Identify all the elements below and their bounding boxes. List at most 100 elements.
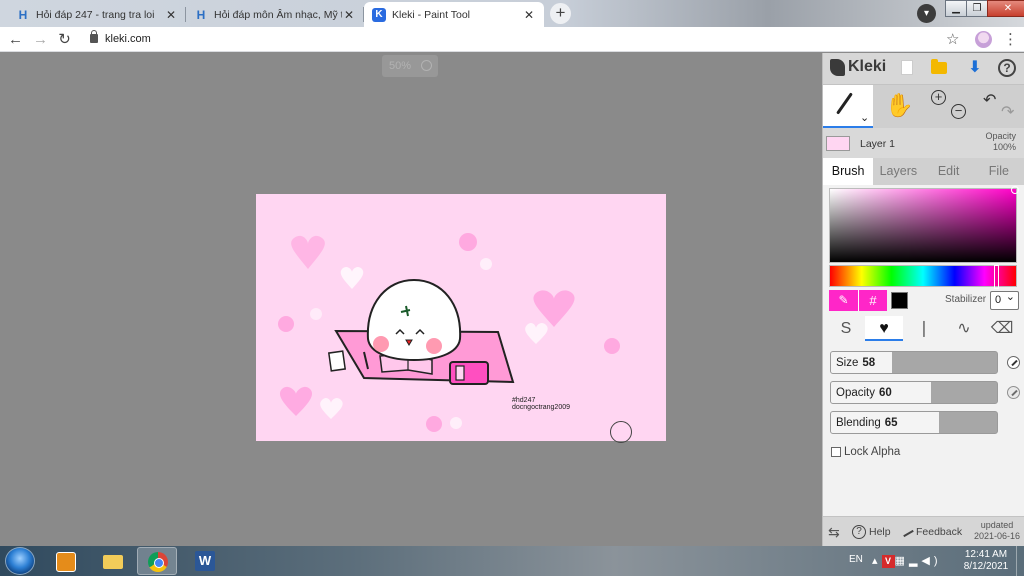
panel-footer: ⇆ ? Help Feedback updated 2021-06-16 — [823, 516, 1024, 546]
close-icon[interactable]: ✕ — [342, 8, 356, 22]
clock-date: 8/12/2021 — [963, 561, 1009, 572]
feedback-link[interactable]: Feedback — [899, 522, 963, 538]
stabilizer-select[interactable]: 0 — [990, 289, 1019, 310]
antivirus-icon[interactable]: V — [881, 555, 895, 568]
opacity-slider-label: Opacity 60 — [836, 387, 892, 399]
reset-zoom-icon[interactable] — [421, 60, 432, 71]
layer-opacity-label: Opacity — [985, 131, 1016, 141]
brush-tool-button[interactable]: ⌄ — [823, 85, 873, 128]
help-link[interactable]: ? Help — [852, 525, 891, 539]
layer-preview-row[interactable]: Layer 1 Opacity 100% — [823, 128, 1024, 158]
clock[interactable]: 12:41 AM 8/12/2021 — [960, 549, 1012, 573]
minimize-button[interactable]: ▁ — [945, 0, 967, 17]
updated-label: updated — [980, 520, 1014, 530]
zoom-out-icon[interactable]: − — [951, 104, 966, 119]
feedback-label: Feedback — [916, 526, 963, 538]
tab-file[interactable]: File — [974, 158, 1024, 185]
back-icon[interactable]: ← — [6, 30, 25, 49]
hex-input-button[interactable]: # — [858, 290, 887, 311]
size-slider[interactable]: Size 58 — [830, 351, 998, 374]
redo-icon[interactable]: ↷ — [1001, 102, 1014, 122]
eyedropper-icon[interactable]: ✎ — [829, 290, 858, 311]
system-tray[interactable]: ▴ V ▦▂◀) — [872, 554, 942, 568]
new-tab-button[interactable]: + — [550, 3, 571, 24]
hand-tool-icon[interactable]: ✋ — [885, 92, 914, 119]
zoom-indicator[interactable]: 50% — [382, 55, 438, 77]
pen-brush-icon[interactable]: S — [827, 316, 865, 341]
updated-date: 2021-06-16 — [973, 531, 1020, 541]
kebab-menu-icon[interactable]: ⋮ — [1003, 30, 1018, 48]
volume-icon[interactable]: ◀) — [921, 555, 941, 567]
close-icon[interactable]: ✕ — [522, 8, 536, 22]
brush-icon — [836, 92, 853, 115]
zoom-in-icon[interactable]: + — [931, 90, 946, 105]
open-folder-icon[interactable] — [931, 59, 947, 74]
help-label: Help — [869, 526, 891, 538]
kleki-logo-icon — [830, 58, 845, 76]
start-button[interactable] — [5, 547, 35, 575]
reload-icon[interactable]: ↻ — [55, 30, 74, 49]
kleki-favicon: K — [372, 7, 386, 22]
hue-slider[interactable] — [829, 265, 1017, 289]
address-bar[interactable]: kleki.com — [84, 29, 904, 50]
layer-name: Layer 1 — [860, 138, 896, 150]
blend-brush-icon[interactable]: ♥ — [865, 316, 903, 341]
taskbar-file-explorer[interactable] — [93, 547, 133, 575]
canvas-workspace[interactable]: 50% #hd247 docngoctrang2009 — [0, 53, 822, 546]
layer-opacity: Opacity 100% — [985, 131, 1016, 153]
drawing-canvas[interactable]: #hd247 docngoctrang2009 — [256, 194, 666, 441]
sketchy-brush-icon[interactable]: ❘ — [905, 316, 943, 341]
taskbar-chrome[interactable] — [137, 547, 177, 575]
checkbox-box — [831, 447, 841, 457]
brush-cursor — [610, 421, 632, 443]
chevron-down-icon: ⌄ — [860, 112, 870, 124]
kleki-logo[interactable]: Kleki — [830, 58, 886, 76]
close-icon[interactable]: ✕ — [164, 8, 178, 22]
tab-strip: H Hỏi đáp 247 - trang tra loi ✕ H Hỏi đá… — [0, 0, 1024, 27]
browser-tab-1[interactable]: H Hỏi đáp 247 - trang tra loi ✕ — [8, 2, 186, 27]
show-desktop-button[interactable] — [1016, 546, 1024, 576]
tab-edit[interactable]: Edit — [924, 158, 974, 185]
zoom-level: 50% — [389, 60, 412, 72]
stabilizer-label: Stabilizer — [945, 294, 987, 305]
language-indicator[interactable]: EN — [849, 554, 863, 565]
new-image-icon[interactable] — [901, 60, 913, 75]
taskbar-word[interactable] — [185, 547, 225, 575]
pressure-size-toggle[interactable] — [1007, 356, 1020, 369]
profile-menu-icon[interactable]: ▾ — [917, 4, 936, 23]
tab-brush[interactable]: Brush — [823, 158, 874, 185]
undo-icon[interactable]: ↶ — [983, 90, 996, 110]
url-text: kleki.com — [105, 33, 151, 45]
lock-alpha-checkbox[interactable]: Lock Alpha — [831, 446, 900, 458]
swap-side-icon[interactable]: ⇆ — [828, 524, 840, 541]
shape-brush-icon[interactable]: ∿ — [945, 316, 983, 341]
taskbar-media-player[interactable] — [45, 547, 85, 575]
question-icon: ? — [852, 525, 866, 539]
help-icon[interactable]: ? — [998, 59, 1016, 77]
tool-row: ⌄ ✋ + − ↶ ↷ — [823, 84, 1024, 128]
eraser-icon[interactable]: ⌫ — [983, 316, 1021, 341]
blending-slider[interactable]: Blending 65 — [830, 411, 998, 434]
signal-icon[interactable]: ▂ — [909, 555, 921, 567]
tab-title: Hỏi đáp 247 - trang tra loi — [36, 8, 155, 21]
signature-line-1: #hd247 — [512, 397, 536, 404]
forward-icon[interactable]: → — [31, 30, 50, 49]
browser-toolbar: ← → ↻ kleki.com ☆ ⋮ — [0, 27, 1024, 52]
close-window-button[interactable]: ✕ — [987, 0, 1024, 17]
pressure-opacity-toggle[interactable] — [1007, 386, 1020, 399]
tray-expand-icon[interactable]: ▴ — [872, 555, 882, 567]
avatar[interactable] — [975, 31, 992, 48]
browser-tab-2[interactable]: H Hỏi đáp môn Âm nhạc, Mỹ thuật ✕ — [186, 2, 364, 27]
download-icon[interactable]: ⬇ — [965, 58, 985, 78]
panel-tabs: Brush Layers Edit File — [823, 158, 1024, 185]
color-saturation-picker[interactable] — [829, 186, 1019, 263]
secondary-color-swatch[interactable] — [891, 292, 908, 309]
opacity-slider[interactable]: Opacity 60 — [830, 381, 998, 404]
bookmark-star-icon[interactable]: ☆ — [946, 30, 959, 48]
tab-title: Kleki - Paint Tool — [392, 8, 471, 21]
browser-tab-3[interactable]: K Kleki - Paint Tool ✕ — [364, 2, 544, 27]
lock-icon — [90, 30, 98, 43]
maximize-button[interactable]: ❐ — [966, 0, 988, 17]
network-icon[interactable]: ▦ — [895, 555, 909, 567]
tab-layers[interactable]: Layers — [873, 158, 923, 185]
